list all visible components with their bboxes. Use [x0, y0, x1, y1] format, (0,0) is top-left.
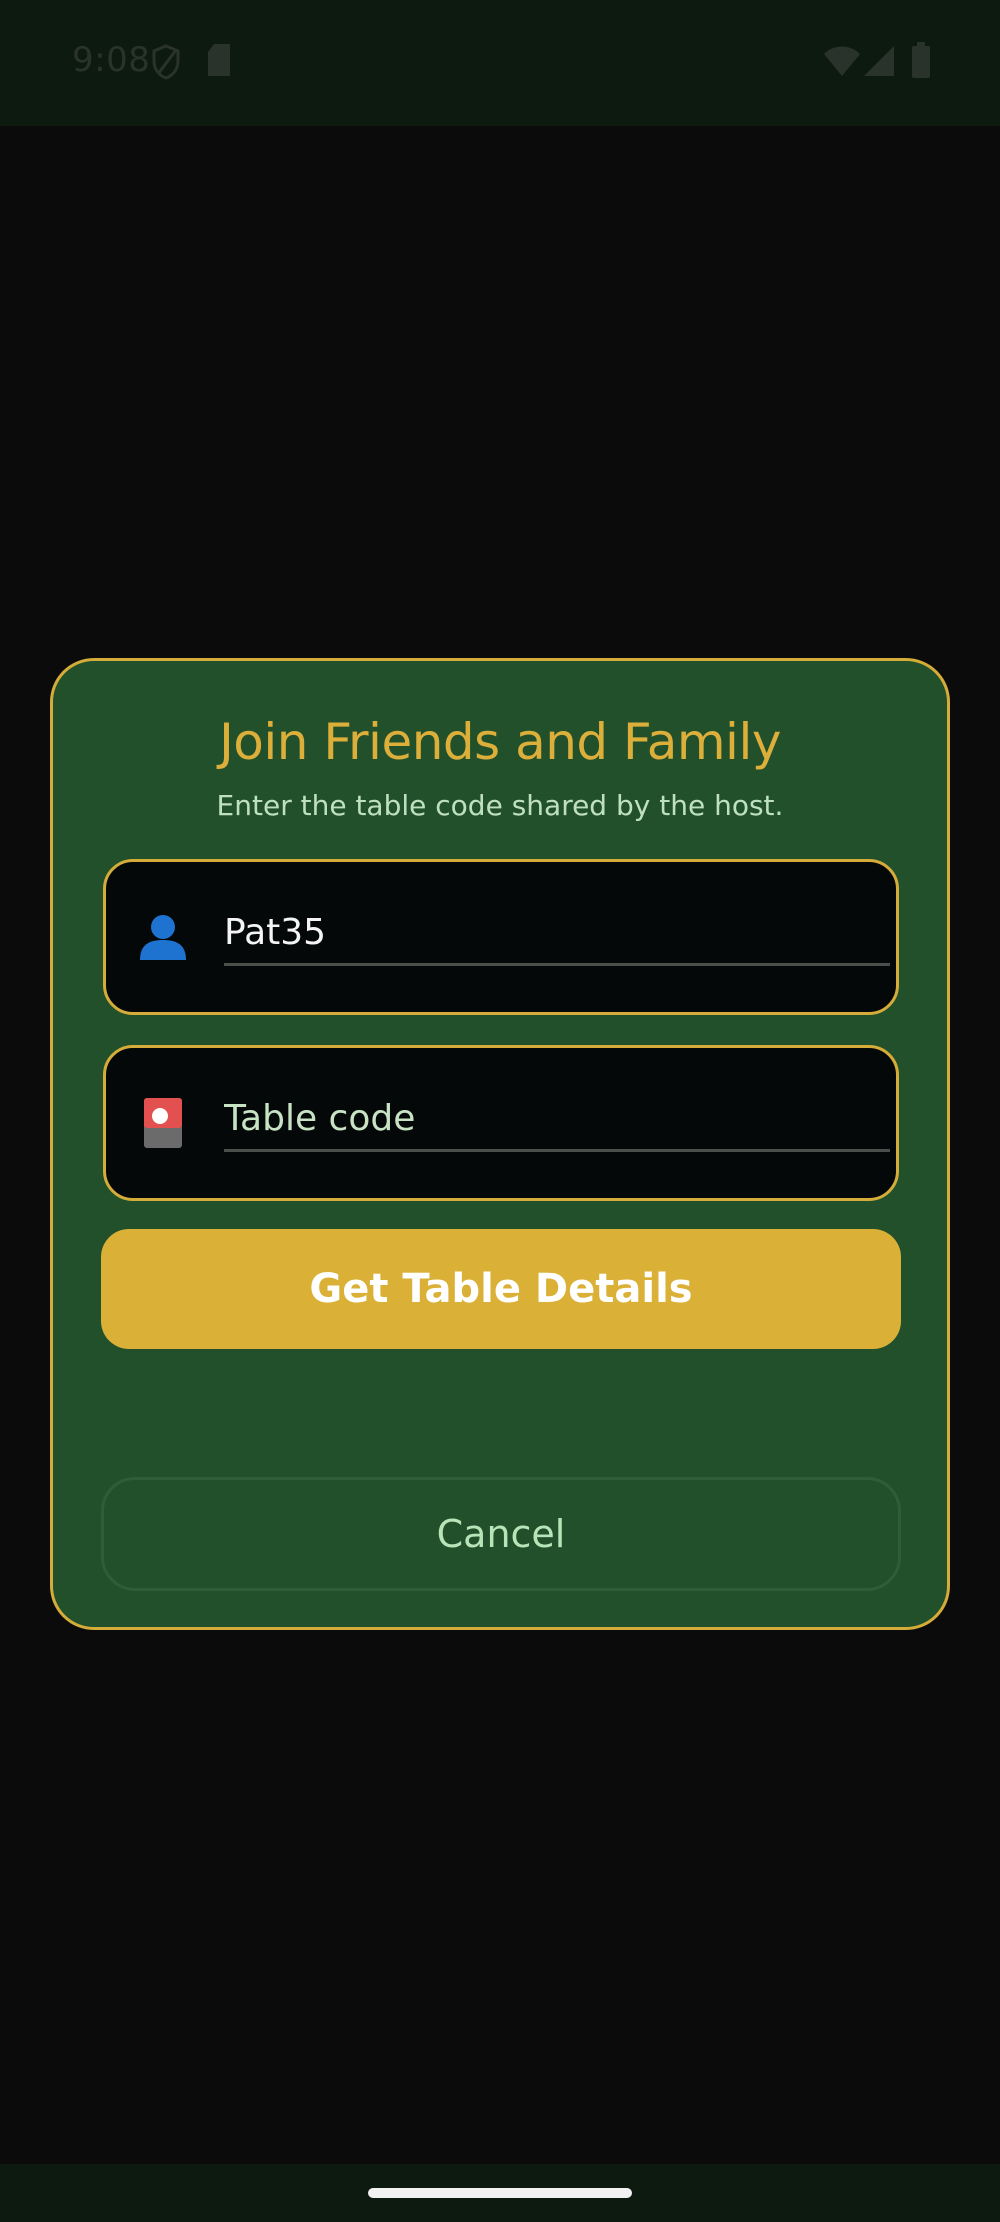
table-code-field[interactable]	[103, 1045, 899, 1201]
status-bar: 9:08	[0, 0, 1000, 126]
status-time: 9:08	[72, 40, 151, 80]
player-name-field[interactable]	[103, 859, 899, 1015]
home-indicator[interactable]	[368, 2188, 632, 2198]
player-name-input[interactable]	[224, 902, 890, 966]
cell-signal-icon	[864, 46, 894, 76]
join-table-dialog: Join Friends and Family Enter the table …	[50, 658, 950, 1630]
shield-icon	[152, 44, 180, 80]
battery-icon	[912, 42, 930, 78]
dialog-title: Join Friends and Family	[219, 713, 781, 771]
wifi-icon	[824, 46, 860, 76]
playing-card-icon	[144, 1098, 182, 1148]
sd-card-icon	[208, 44, 230, 76]
user-icon	[140, 915, 186, 960]
table-code-input[interactable]	[224, 1088, 890, 1152]
cancel-button[interactable]: Cancel	[101, 1477, 901, 1591]
get-table-details-button[interactable]: Get Table Details	[101, 1229, 901, 1349]
dialog-subtitle: Enter the table code shared by the host.	[216, 789, 784, 822]
